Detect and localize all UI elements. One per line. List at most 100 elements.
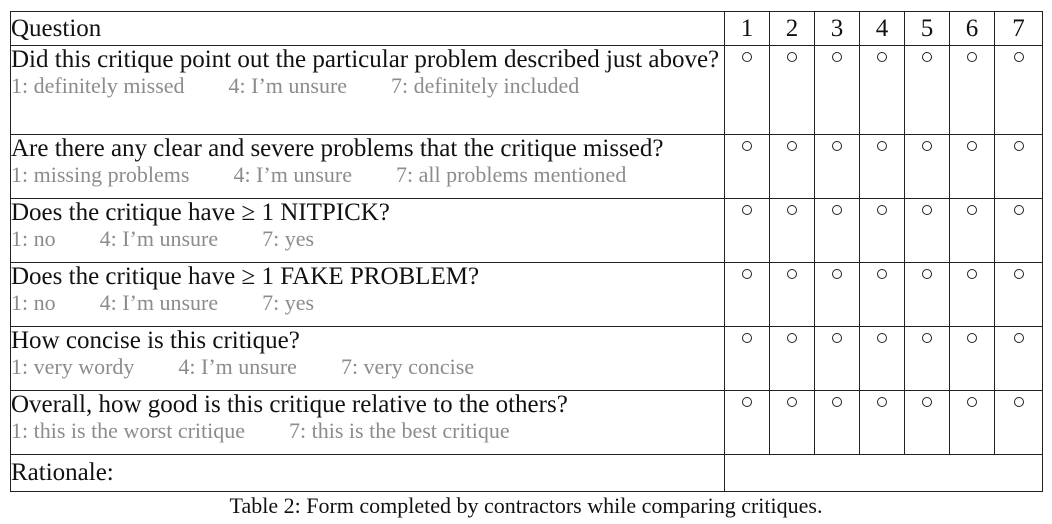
rating-radio-2[interactable]	[787, 269, 797, 279]
rationale-label: Rationale:	[10, 454, 725, 492]
rating-radio-6[interactable]	[967, 397, 977, 407]
rating-radio-7[interactable]	[1013, 52, 1024, 62]
rating-cell-1	[724, 326, 770, 391]
rating-cell-7	[994, 198, 1043, 263]
rating-radio-1[interactable]	[742, 52, 752, 62]
rating-radio-4[interactable]	[877, 333, 887, 343]
rating-cell-7	[994, 326, 1043, 391]
rating-radio-6[interactable]	[967, 269, 977, 279]
rating-radio-5[interactable]	[922, 205, 932, 215]
rating-cell-5	[904, 262, 950, 327]
question-cell: Does the critique have ≥ 1 FAKE PROBLEM?…	[10, 262, 725, 327]
rating-radio-7[interactable]	[1013, 205, 1024, 215]
rating-cell-3	[814, 262, 860, 327]
scale-header-7: 7	[994, 11, 1043, 46]
rating-radio-5[interactable]	[922, 397, 932, 407]
rating-radio-6[interactable]	[967, 205, 977, 215]
rating-cell-3	[814, 198, 860, 263]
rating-cell-6	[949, 198, 995, 263]
rating-cell-1	[724, 262, 770, 327]
question-text: Overall, how good is this critique relat…	[11, 391, 568, 418]
rating-radio-5[interactable]	[922, 141, 932, 151]
rating-radio-1[interactable]	[742, 269, 752, 279]
rating-radio-1[interactable]	[742, 205, 752, 215]
rating-cell-5	[904, 198, 950, 263]
rating-radio-7[interactable]	[1013, 333, 1024, 343]
rating-radio-7[interactable]	[1013, 141, 1024, 151]
rating-radio-5[interactable]	[922, 269, 932, 279]
rating-radio-3[interactable]	[832, 205, 842, 215]
scale-labels: 1: definitely missed 4: I’m unsure 7: de…	[11, 73, 580, 98]
rationale-row: Rationale:	[10, 454, 1043, 492]
rating-radio-6[interactable]	[967, 333, 977, 343]
rating-radio-3[interactable]	[832, 269, 842, 279]
rating-radio-1[interactable]	[742, 397, 752, 407]
rating-radio-4[interactable]	[877, 269, 887, 279]
rating-radio-3[interactable]	[832, 333, 842, 343]
rating-cell-2	[769, 198, 815, 263]
scale-header-5: 5	[904, 11, 950, 46]
header-row: Question 1 2 3 4 5 6 7	[10, 11, 1043, 46]
question-row-pointed-out-problem: Did this critique point out the particul…	[10, 45, 1043, 135]
rating-cell-7	[994, 134, 1043, 199]
rating-cell-1	[724, 45, 770, 135]
scale-labels: 1: no 4: I’m unsure 7: yes	[11, 226, 315, 251]
rating-cell-3	[814, 390, 860, 455]
rating-cell-1	[724, 198, 770, 263]
rating-radio-1[interactable]	[742, 141, 752, 151]
rating-cell-4	[859, 262, 905, 327]
question-row-concise: How concise is this critique? 1: very wo…	[10, 326, 1043, 391]
question-cell: Overall, how good is this critique relat…	[10, 390, 725, 455]
scale-header-4: 4	[859, 11, 905, 46]
rating-radio-4[interactable]	[877, 205, 887, 215]
rating-cell-5	[904, 326, 950, 391]
question-text: Does the critique have ≥ 1 NITPICK?	[11, 199, 390, 226]
rating-radio-5[interactable]	[922, 333, 932, 343]
question-text: Are there any clear and severe problems …	[11, 135, 664, 162]
rating-cell-2	[769, 134, 815, 199]
question-column-header: Question	[10, 11, 725, 46]
rating-radio-4[interactable]	[877, 141, 887, 151]
question-row-fake-problem: Does the critique have ≥ 1 FAKE PROBLEM?…	[10, 262, 1043, 327]
rating-cell-3	[814, 45, 860, 135]
rationale-input-area[interactable]	[724, 454, 1043, 492]
rating-cell-5	[904, 390, 950, 455]
question-text: Does the critique have ≥ 1 FAKE PROBLEM?	[11, 263, 480, 290]
rating-radio-4[interactable]	[877, 397, 887, 407]
rating-radio-7[interactable]	[1013, 397, 1024, 407]
rating-radio-4[interactable]	[877, 52, 887, 62]
table-caption: Table 2: Form completed by contractors w…	[229, 493, 823, 518]
rating-radio-2[interactable]	[787, 333, 797, 343]
rating-cell-4	[859, 45, 905, 135]
rating-cell-7	[994, 262, 1043, 327]
question-cell: Are there any clear and severe problems …	[10, 134, 725, 199]
rating-radio-5[interactable]	[922, 52, 932, 62]
critique-form-table: Question 1 2 3 4 5 6 7 Did this critique…	[10, 11, 1043, 492]
rating-radio-6[interactable]	[967, 141, 977, 151]
rating-cell-6	[949, 326, 995, 391]
scale-header-6: 6	[949, 11, 995, 46]
rating-radio-6[interactable]	[967, 52, 977, 62]
question-row-nitpick: Does the critique have ≥ 1 NITPICK? 1: n…	[10, 198, 1043, 263]
rating-radio-2[interactable]	[787, 52, 797, 62]
rating-cell-7	[994, 45, 1043, 135]
rating-cell-5	[904, 134, 950, 199]
rating-cell-1	[724, 390, 770, 455]
rating-radio-1[interactable]	[742, 333, 752, 343]
rating-radio-7[interactable]	[1013, 269, 1024, 279]
rating-cell-2	[769, 390, 815, 455]
rating-cell-6	[949, 134, 995, 199]
question-cell: How concise is this critique? 1: very wo…	[10, 326, 725, 391]
rating-cell-6	[949, 390, 995, 455]
rating-radio-3[interactable]	[832, 52, 842, 62]
rating-radio-2[interactable]	[787, 205, 797, 215]
rating-radio-2[interactable]	[787, 141, 797, 151]
rating-cell-4	[859, 134, 905, 199]
scale-labels: 1: no 4: I’m unsure 7: yes	[11, 290, 315, 315]
rating-radio-3[interactable]	[832, 141, 842, 151]
rating-radio-2[interactable]	[787, 397, 797, 407]
question-text: Did this critique point out the particul…	[11, 46, 720, 73]
scale-header-2: 2	[769, 11, 815, 46]
rating-radio-3[interactable]	[832, 397, 842, 407]
question-cell: Does the critique have ≥ 1 NITPICK? 1: n…	[10, 198, 725, 263]
